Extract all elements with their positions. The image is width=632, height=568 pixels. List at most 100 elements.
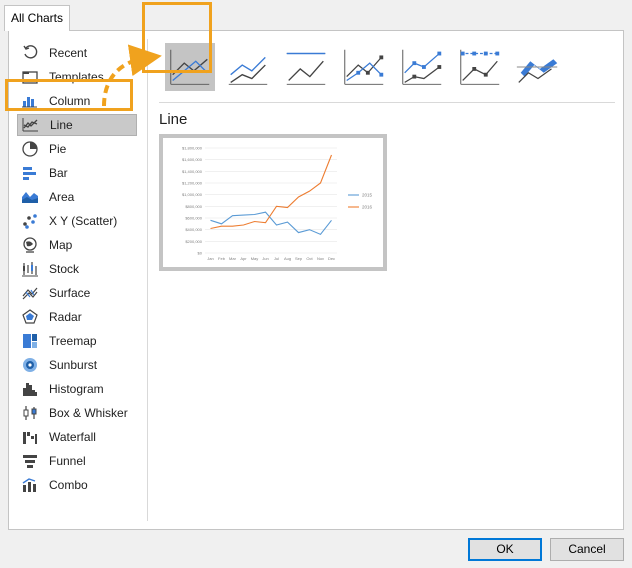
ok-button[interactable]: OK: [468, 538, 542, 561]
sidebar-item-pie[interactable]: Pie: [17, 138, 137, 160]
sidebar-item-label: Box & Whisker: [49, 406, 128, 420]
sidebar-item-area[interactable]: Area: [17, 186, 137, 208]
y-tick-label: $1,000,000: [182, 192, 203, 197]
templates-icon: [21, 68, 39, 86]
stacked-line-with-markers-subtype-icon[interactable]: [397, 43, 447, 91]
x-tick-label: Oct: [306, 256, 313, 261]
sidebar-item-label: Funnel: [49, 454, 86, 468]
chart-preview[interactable]: $1,800,000 $1,600,000 $1,400,000 $1,200,000…: [159, 134, 387, 271]
x-tick-label: Jun: [262, 256, 268, 261]
y-tick-label: $400,000: [185, 227, 202, 232]
y-tick-label: $800,000: [185, 204, 202, 209]
cancel-button[interactable]: Cancel: [550, 538, 624, 561]
sunburst-chart-icon: [21, 356, 39, 374]
sidebar-item-label: Map: [49, 238, 73, 252]
series-line-2016: [210, 154, 333, 230]
x-tick-label: Mar: [229, 256, 237, 261]
sidebar-item-stock[interactable]: Stock: [17, 258, 137, 280]
bar-chart-icon: [21, 164, 39, 182]
sidebar-item-recent[interactable]: Recent: [17, 42, 137, 64]
sidebar-item-label: Templates: [49, 70, 104, 84]
y-tick-label: $1,400,000: [182, 169, 203, 174]
radar-chart-icon: [21, 308, 39, 326]
funnel-chart-icon: [21, 452, 39, 470]
y-tick-label: $1,800,000: [182, 146, 203, 151]
line-chart: $1,800,000 $1,600,000 $1,400,000 $1,200,000…: [182, 146, 373, 262]
sidebar-item-label: X Y (Scatter): [49, 214, 118, 228]
sidebar-item-surface[interactable]: Surface: [17, 282, 137, 304]
chart-subtype-title: Line: [159, 111, 188, 128]
sidebar-item-label: Radar: [49, 310, 82, 324]
sidebar-item-histogram[interactable]: Histogram: [17, 378, 137, 400]
combo-chart-icon: [21, 476, 39, 494]
y-tick-label: $1,200,000: [182, 181, 203, 186]
line-with-markers-subtype-icon[interactable]: [339, 43, 389, 91]
tab-all-charts[interactable]: All Charts: [4, 5, 70, 31]
box-whisker-chart-icon: [21, 404, 39, 422]
legend-label-2015: 2015: [362, 193, 373, 198]
sidebar-item-label: Surface: [49, 286, 91, 300]
line-subtype-icon[interactable]: [165, 43, 215, 91]
sidebar-item-x-y-scatter[interactable]: X Y (Scatter): [17, 210, 137, 232]
x-tick-label: Aug: [284, 256, 291, 261]
sidebar-item-line[interactable]: Line: [17, 114, 137, 136]
chart-type-panel: Recent Templates Column Line Pie Bar Area X Y (…: [8, 30, 624, 530]
sidebar-item-label: Sunburst: [49, 358, 98, 372]
sidebar-item-waterfall[interactable]: Waterfall: [17, 426, 137, 448]
map-chart-icon: [21, 236, 39, 254]
sidebar-item-sunburst[interactable]: Sunburst: [17, 354, 137, 376]
sidebar-item-combo[interactable]: Combo: [17, 474, 137, 496]
sidebar-item-label: Bar: [49, 166, 68, 180]
y-tick-label: $0: [198, 251, 203, 256]
sidebar-item-label: Recent: [49, 46, 88, 60]
stock-chart-icon: [21, 260, 39, 278]
sidebar-item-label: Column: [49, 94, 91, 108]
column-chart-icon: [21, 92, 39, 110]
x-tick-label: Feb: [218, 256, 226, 261]
3d-line-subtype-icon[interactable]: [513, 43, 563, 91]
sidebar-item-label: Area: [49, 190, 75, 204]
sidebar-item-funnel[interactable]: Funnel: [17, 450, 137, 472]
vertical-divider: [147, 39, 148, 521]
100-stacked-line-subtype-icon[interactable]: [281, 43, 331, 91]
x-tick-label: Sep: [295, 256, 303, 261]
sidebar-item-label: Stock: [49, 262, 80, 276]
x-tick-label: Jan: [207, 256, 213, 261]
sidebar-item-label: Combo: [49, 478, 88, 492]
sidebar-item-templates[interactable]: Templates: [17, 66, 137, 88]
sidebar-item-treemap[interactable]: Treemap: [17, 330, 137, 352]
y-tick-label: $600,000: [185, 216, 202, 221]
sidebar-item-column[interactable]: Column: [17, 90, 137, 112]
sidebar-item-radar[interactable]: Radar: [17, 306, 137, 328]
line-chart-icon: [22, 116, 40, 134]
sidebar-item-label: Treemap: [49, 334, 97, 348]
x-tick-label: May: [251, 256, 259, 261]
legend-label-2016: 2016: [362, 205, 373, 210]
pie-chart-icon: [21, 140, 39, 158]
stacked-line-subtype-icon[interactable]: [223, 43, 273, 91]
sidebar-item-map[interactable]: Map: [17, 234, 137, 256]
treemap-chart-icon: [21, 332, 39, 350]
scatter-chart-icon: [21, 212, 39, 230]
y-tick-label: $200,000: [185, 239, 202, 244]
area-chart-icon: [21, 188, 39, 206]
waterfall-chart-icon: [21, 428, 39, 446]
sidebar-item-label: Pie: [49, 142, 67, 156]
x-tick-label: Dec: [328, 256, 335, 261]
chart-category-list: Recent Templates Column Line Pie Bar Area X Y (…: [9, 31, 147, 521]
recent-icon: [21, 44, 39, 62]
x-tick-label: Apr: [240, 256, 247, 261]
x-tick-label: Nov: [317, 256, 324, 261]
x-tick-label: Jul: [274, 256, 279, 261]
sidebar-item-bar[interactable]: Bar: [17, 162, 137, 184]
horizontal-divider: [159, 102, 615, 103]
100-stacked-line-with-markers-subtype-icon[interactable]: [455, 43, 505, 91]
sidebar-item-box-whisker[interactable]: Box & Whisker: [17, 402, 137, 424]
sidebar-item-label: Histogram: [49, 382, 104, 396]
sidebar-item-label: Line: [50, 118, 73, 132]
surface-chart-icon: [21, 284, 39, 302]
series-line-2015: [210, 211, 332, 236]
histogram-chart-icon: [21, 380, 39, 398]
chart-subtype-gallery: [159, 39, 615, 101]
sidebar-item-label: Waterfall: [49, 430, 96, 444]
